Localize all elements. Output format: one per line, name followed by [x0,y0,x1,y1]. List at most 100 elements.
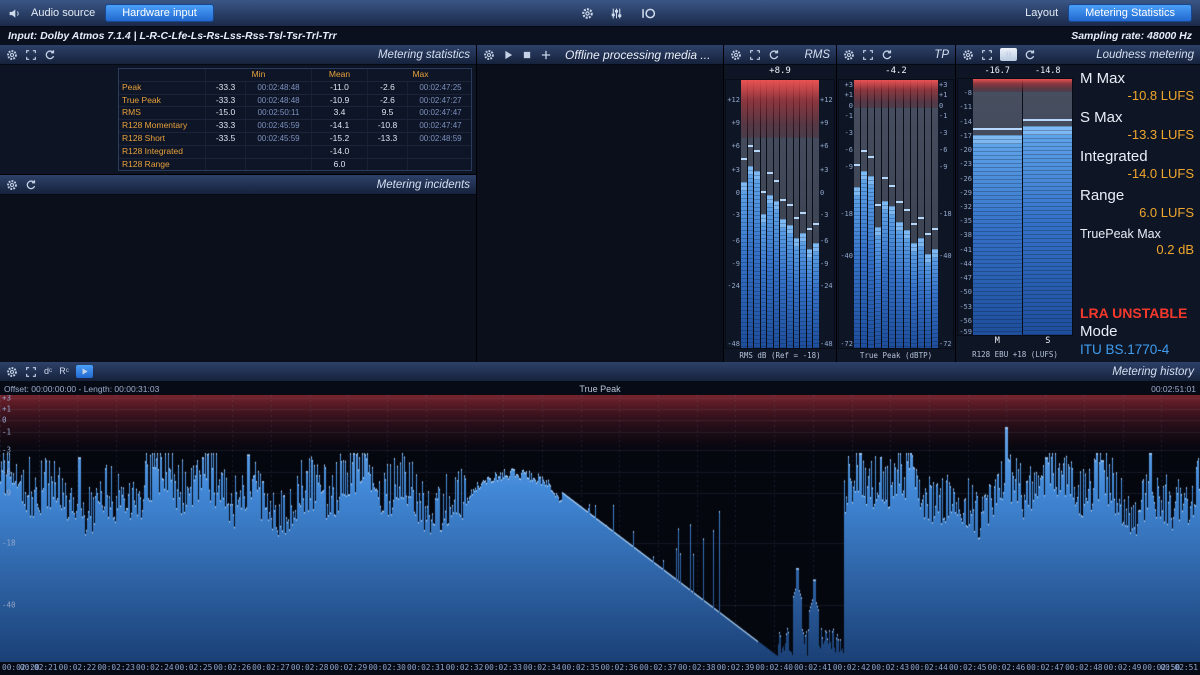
scale-label: -23 [959,160,972,168]
meter-bars [741,80,819,348]
time-label: 00:02:45 [949,663,987,672]
gear-icon[interactable] [6,366,18,378]
pause-button[interactable] [1000,48,1017,61]
metering-statistics-button[interactable]: Metering Statistics [1068,4,1192,22]
layout-button[interactable]: Layout [1025,7,1058,19]
expand-icon[interactable] [25,49,37,61]
r128-channel-label: S [1023,336,1074,348]
peak-hold-tick [800,212,806,214]
meter-bar [918,80,924,348]
settings-gear-icon[interactable] [581,7,594,20]
peak-hold-tick [889,185,895,187]
meter-bar-fill [896,222,902,348]
peak-hold-tick [911,223,917,225]
time-label: 00:02:46 [988,663,1026,672]
scale-label: +3 [845,81,853,89]
y-axis-label: -6 [2,467,11,476]
play-button[interactable] [76,365,93,378]
audio-source-button[interactable]: Audio source [31,7,95,19]
mode-label: Mode [1080,322,1194,341]
reset-icon[interactable] [1024,49,1036,61]
rms-readout: +8.9 [725,66,835,79]
loudness-readouts: M Max-10.8 LUFSS Max-13.3 LUFSIntegrated… [1074,65,1200,362]
io-routing-icon[interactable] [639,7,657,20]
add-media-icon[interactable] [540,49,552,61]
scale-label: -47 [959,274,972,282]
scale-label: -72 [939,340,952,348]
r128-channel-labels: MS [957,336,1073,348]
reset-icon[interactable] [25,179,37,191]
meter-scale: -8-11-14-17-20-23-26-29-32-35-38-41-44-4… [958,79,973,335]
peak-hold-tick [932,228,938,230]
scale-label: 0 [736,189,740,197]
stats-header-row: MinMeanMax [119,69,471,82]
scale-label: -9 [939,163,947,171]
gear-icon[interactable] [483,49,495,61]
scale-label: -24 [727,282,740,290]
reset-icon[interactable] [881,49,893,61]
incidents-empty-area [0,195,476,362]
time-label: 00:02:36 [601,663,639,672]
statistics-table: MinMeanMaxPeak-33.300:02:48:48-11.0-2.60… [118,68,472,171]
meter-bar-fill [794,238,800,348]
scale-label: -26 [959,175,972,183]
gear-icon[interactable] [962,49,974,61]
scale-label: -72 [840,340,853,348]
rms-meter-area: +12+9+6+30-3-6-9-24-48+12+9+6+30-3-6-9-2… [725,79,835,349]
meter-red-zone [973,79,1072,92]
loudness-entry: Integrated-14.0 LUFS [1080,148,1194,181]
time-label: 00:02:47 [1026,663,1064,672]
lra-warning: LRA UNSTABLE [1080,304,1194,322]
peak-hold-tick [794,217,800,219]
metering-statistics-panel: Metering statistics MinMeanMaxPeak-33.30… [0,45,476,174]
time-label: 00:02:23 [97,663,135,672]
time-axis: 00:02:2000:02:2100:02:2200:02:2300:02:24… [0,662,1200,675]
meter-bar-fill [780,219,786,348]
panel-title: Metering history [1112,366,1194,378]
offline-media-list[interactable] [477,65,723,362]
r128-readout-value: -16.7 [972,66,1023,78]
scale-label: -38 [959,231,972,239]
tp-meter-area: +3+10-1-3-6-9-18-40-72+3+10-1-3-6-9-18-4… [838,79,954,349]
reset-icon[interactable] [768,49,780,61]
gear-icon[interactable] [6,49,18,61]
scale-label: -48 [820,340,833,348]
rc-toggle-icon[interactable]: Rᶜ [59,365,69,378]
panel-header: Offline processing media ... [477,45,723,65]
history-graph[interactable]: +3+10-1-3-6-9-18-40 [0,395,1200,662]
history-waveform-canvas[interactable] [0,395,1200,662]
time-label: 00:02:29 [330,663,368,672]
expand-icon[interactable] [981,49,993,61]
tp-meter-panel: TP -4.2 +3+10-1-3-6-9-18-40-72+3+10-1-3-… [837,45,955,362]
gear-icon[interactable] [730,49,742,61]
scale-label: -32 [959,203,972,211]
gear-icon[interactable] [6,179,18,191]
peak-hold-tick [774,180,780,182]
loudness-entry: Range6.0 LUFS [1080,187,1194,220]
play-icon[interactable] [502,49,514,61]
gear-icon[interactable] [843,49,855,61]
statistics-table-body: MinMeanMaxPeak-33.300:02:48:48-11.0-2.60… [0,65,476,174]
hardware-input-button[interactable]: Hardware input [105,4,214,22]
stop-icon[interactable] [521,49,533,61]
pause-icon [1004,50,1013,59]
loudness-entry: S Max-13.3 LUFS [1080,109,1194,142]
scale-label: -20 [959,146,972,154]
input-format-text: Input: Dolby Atmos 7.1.4 | L-R-C-Lfe-Ls-… [8,30,337,42]
scale-label: -9 [820,260,828,268]
expand-icon[interactable] [25,366,37,378]
panel-title: TP [934,49,949,61]
meter-bar-fill [911,243,917,348]
reset-icon[interactable] [44,49,56,61]
peak-hold-tick [925,233,931,235]
dc-toggle-icon[interactable]: dᶜ [44,365,52,378]
meter-red-zone [854,80,938,108]
scale-label: -9 [845,163,853,171]
sliders-icon[interactable] [610,7,623,20]
scale-label: -44 [959,260,972,268]
scale-label: -41 [959,246,972,254]
expand-icon[interactable] [749,49,761,61]
scale-label: +1 [939,91,947,99]
expand-icon[interactable] [862,49,874,61]
rms-meter-panel: RMS +8.9 +12+9+6+30-3-6-9-24-48+12+9+6+3… [724,45,836,362]
